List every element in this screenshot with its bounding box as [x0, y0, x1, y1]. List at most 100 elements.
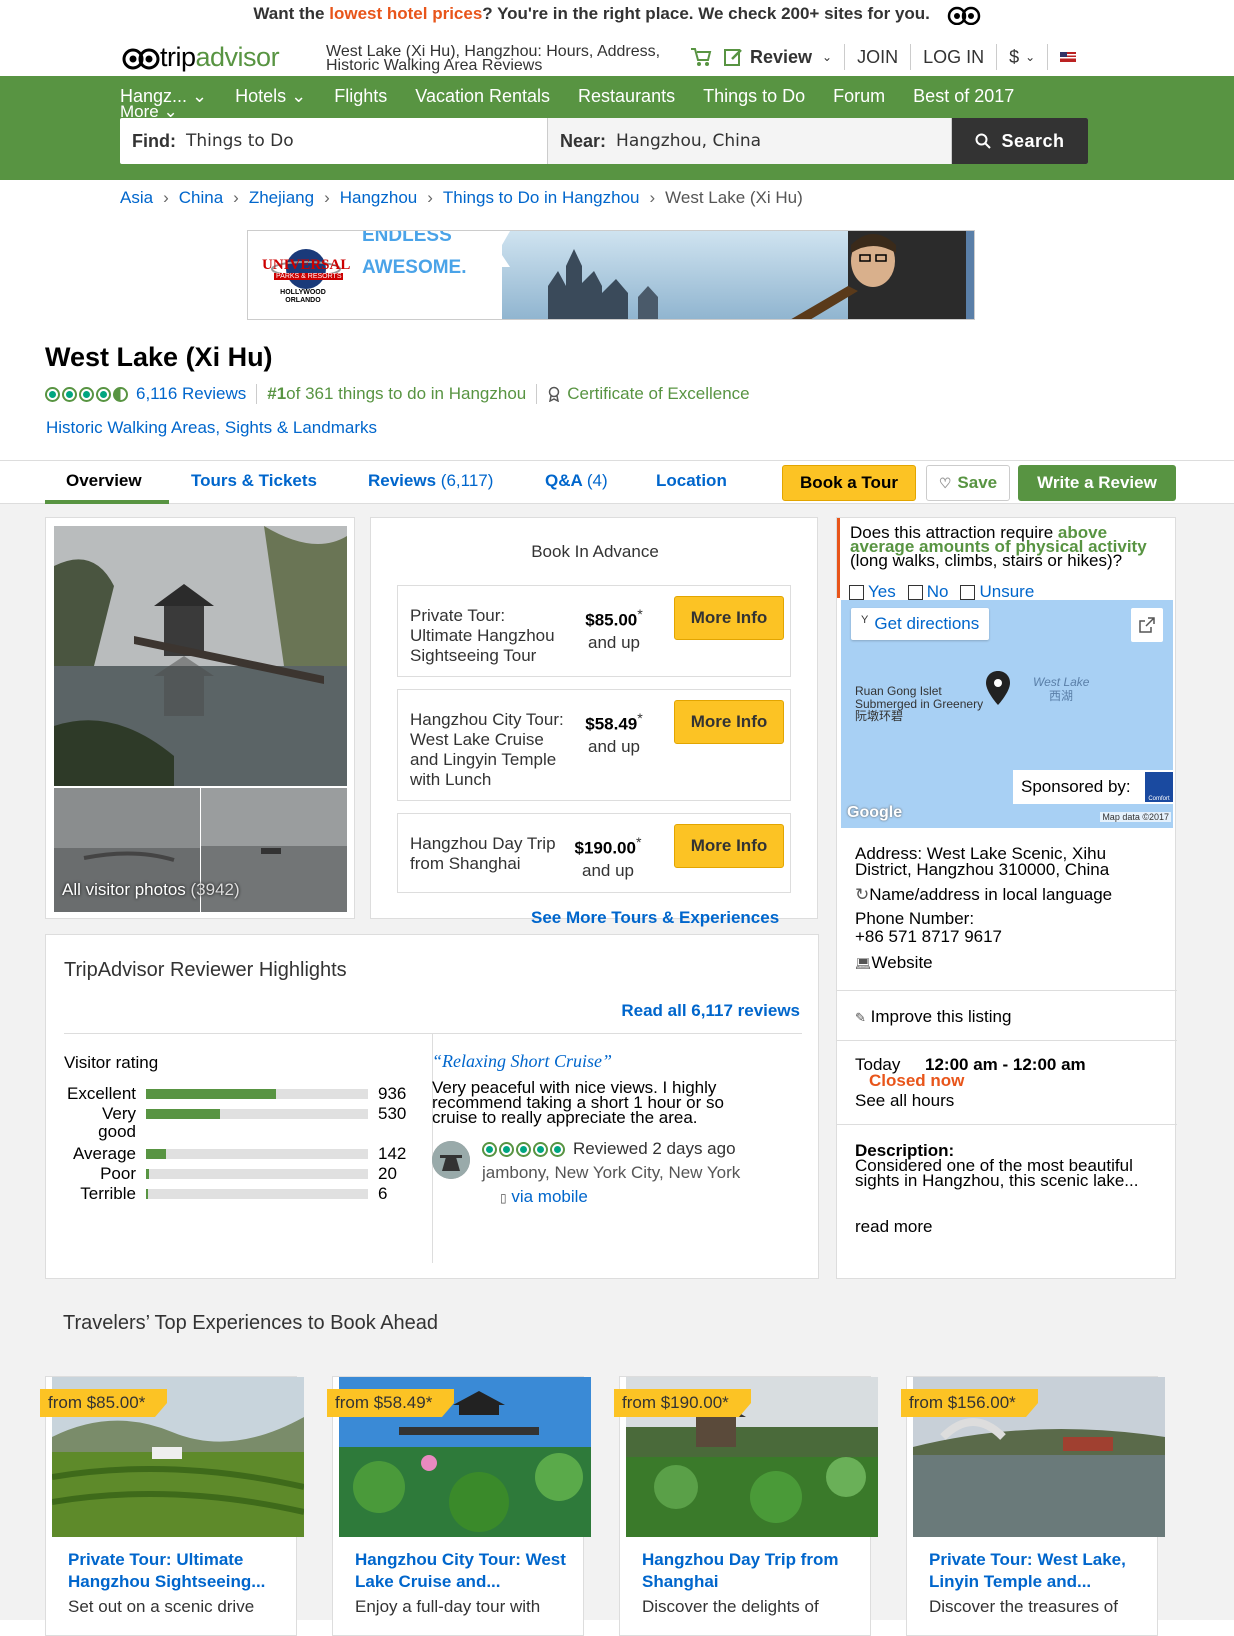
see-all-hours-link[interactable]: See all hours	[855, 1092, 954, 1109]
join-link[interactable]: JOIN	[857, 47, 898, 68]
near-field[interactable]: Near: Hangzhou, China	[548, 118, 952, 164]
nav-item-flights[interactable]: Flights	[334, 86, 387, 107]
crumb-asia[interactable]: Asia	[120, 188, 153, 208]
tab-location[interactable]: Location	[656, 471, 727, 491]
top-bar: trip advisor West Lake (Xi Hu), Hangzhou:…	[0, 36, 1234, 76]
save-button[interactable]: ♡ Save	[926, 465, 1010, 501]
see-more-tours-link[interactable]: See More Tours & Experiences	[531, 908, 779, 928]
all-photos-link[interactable]: All visitor photos (3942)	[62, 880, 240, 900]
review-quote-title[interactable]: “Relaxing Short Cruise”	[432, 1051, 772, 1072]
tour-name[interactable]: Hangzhou City Tour: West Lake Cruise and…	[410, 710, 570, 790]
near-input[interactable]: Hangzhou, China	[616, 131, 761, 151]
crumb-things-to-do[interactable]: Things to Do in Hangzhou	[443, 188, 640, 208]
nav-item-best-of[interactable]: Best of 2017	[913, 86, 1014, 107]
reviewer-name[interactable]: jambony, New York City, New York	[482, 1161, 802, 1185]
chevron-down-icon[interactable]: ⌄	[1025, 50, 1035, 64]
divider	[837, 990, 1177, 991]
location-map[interactable]: Y Get directions Ruan Gong Islet Submerge…	[841, 600, 1173, 828]
tab-qa-count: (4)	[586, 471, 608, 490]
more-info-button[interactable]: More Info	[674, 824, 784, 868]
price-asterisk: *	[637, 607, 643, 623]
map-pin-icon[interactable]	[985, 670, 1011, 706]
experience-title[interactable]: Private Tour: Ultimate Hangzhou Sightsee…	[68, 1549, 292, 1593]
tab-qa[interactable]: Q&A (4)	[545, 471, 608, 491]
certificate-link[interactable]: Certificate of Excellence	[567, 384, 749, 404]
experience-card[interactable]: from $85.00* Private Tour: Ultimate Hang…	[40, 1376, 304, 1636]
website-link[interactable]: 💻︎Website	[855, 954, 933, 972]
rating-row-terrible[interactable]: Terrible 6	[64, 1185, 387, 1203]
experience-title[interactable]: Hangzhou City Tour: West Lake Cruise and…	[355, 1549, 579, 1593]
improve-label: Improve this listing	[870, 1007, 1012, 1026]
us-flag-icon[interactable]	[1060, 52, 1077, 62]
certificate-icon	[549, 386, 560, 402]
sponsored-box[interactable]: Sponsored by: Comfort	[1013, 770, 1173, 804]
via-mobile-label[interactable]: via mobile	[511, 1187, 588, 1206]
more-info-button[interactable]: More Info	[674, 596, 784, 640]
tour-name[interactable]: Hangzhou Day Trip from Shanghai	[410, 834, 570, 874]
rating-bar	[146, 1169, 368, 1179]
review-link[interactable]: Review	[750, 47, 812, 68]
read-more-link[interactable]: read more	[855, 1218, 932, 1235]
nav-item-restaurants[interactable]: Restaurants	[578, 86, 675, 107]
local-name-link[interactable]: ↻Name/address in local language	[855, 886, 1112, 903]
categories-link[interactable]: Historic Walking Areas, Sights & Landmar…	[46, 418, 377, 438]
rating-row-excellent[interactable]: Excellent 936	[64, 1085, 406, 1103]
tripadvisor-logo[interactable]: trip advisor	[122, 42, 280, 73]
no-checkbox[interactable]: No	[907, 582, 949, 602]
experience-title[interactable]: Private Tour: West Lake, Linyin Temple a…	[929, 1549, 1153, 1593]
experience-desc: Enjoy a full-day tour with	[355, 1597, 541, 1616]
experience-card[interactable]: from $190.00* Hangzhou Day Trip from Sha…	[614, 1376, 878, 1636]
crumb-hangzhou[interactable]: Hangzhou	[340, 188, 418, 208]
more-info-button[interactable]: More Info	[674, 700, 784, 744]
no-label: No	[926, 582, 949, 601]
cart-icon[interactable]	[690, 47, 712, 67]
nav-item-vacation-rentals[interactable]: Vacation Rentals	[415, 86, 550, 107]
divider	[64, 1033, 802, 1034]
expand-map-icon[interactable]	[1131, 608, 1163, 642]
yes-checkbox[interactable]: Yes	[849, 582, 896, 602]
nav-item-things-to-do[interactable]: Things to Do	[703, 86, 805, 107]
improve-listing-link[interactable]: ✎ Improve this listing	[855, 1008, 1011, 1026]
price-tag: from $85.00*	[40, 1389, 168, 1417]
crumb-china[interactable]: China	[179, 188, 223, 208]
phone-number: +86 571 8717 9617	[855, 927, 1003, 946]
website-label: Website	[871, 953, 933, 972]
find-field[interactable]: Find: Things to Do	[120, 118, 548, 164]
rating-count: 142	[378, 1144, 407, 1163]
currency-selector[interactable]: $	[1009, 47, 1019, 68]
experience-card[interactable]: from $156.00* Private Tour: West Lake, L…	[901, 1376, 1165, 1636]
nav-item-hotels[interactable]: Hotels ⌄	[235, 86, 306, 107]
promo-highlight[interactable]: lowest hotel prices	[329, 4, 482, 23]
rating-row-very-good[interactable]: Very good 530	[64, 1105, 406, 1141]
experience-card[interactable]: from $58.49* Hangzhou City Tour: West La…	[327, 1376, 591, 1636]
breadcrumb: Asia › China › Zhejiang › Hangzhou › Things …	[120, 188, 803, 208]
logo-text-advisor: advisor	[195, 42, 280, 72]
get-directions-button[interactable]: Y Get directions	[851, 608, 990, 640]
ad-banner[interactable]: UNIVERSAL PARKS & RESORTS HOLLYWOOD ORLA…	[247, 230, 975, 320]
tab-reviews[interactable]: Reviews (6,117)	[368, 471, 493, 491]
tour-name[interactable]: Private Tour: Ultimate Hangzhou Sightsee…	[410, 606, 570, 666]
map-label-islet: Ruan Gong Islet	[855, 684, 942, 698]
book-title: Book In Advance	[531, 542, 659, 561]
reviews-count-link[interactable]: 6,116 Reviews	[136, 384, 246, 404]
rank-text[interactable]: of 361 things to do in Hangzhou	[286, 384, 526, 404]
login-link[interactable]: LOG IN	[923, 47, 984, 68]
experience-title[interactable]: Hangzhou Day Trip from Shanghai	[642, 1549, 866, 1593]
avatar[interactable]	[432, 1141, 470, 1179]
rating-row-poor[interactable]: Poor 20	[64, 1165, 397, 1183]
unsure-checkbox[interactable]: Unsure	[960, 582, 1034, 602]
book-tour-button[interactable]: Book a Tour	[782, 465, 916, 501]
find-input[interactable]: Things to Do	[186, 131, 294, 151]
search-button[interactable]: Search	[952, 118, 1088, 164]
tab-overview[interactable]: Overview	[66, 471, 142, 491]
read-all-reviews-link[interactable]: Read all 6,117 reviews	[621, 1001, 800, 1021]
tab-tours-tickets[interactable]: Tours & Tickets	[191, 471, 317, 491]
chevron-down-icon[interactable]: ⌄	[822, 50, 832, 64]
main-photo[interactable]	[54, 526, 347, 786]
book-in-advance-panel: Book In Advance Private Tour: Ultimate H…	[370, 517, 818, 927]
nav-item-forum[interactable]: Forum	[833, 86, 885, 107]
rating-row-average[interactable]: Average 142	[64, 1145, 406, 1163]
crumb-zhejiang[interactable]: Zhejiang	[249, 188, 314, 208]
price-unit: and up	[588, 632, 640, 652]
write-review-button[interactable]: Write a Review	[1018, 465, 1176, 501]
